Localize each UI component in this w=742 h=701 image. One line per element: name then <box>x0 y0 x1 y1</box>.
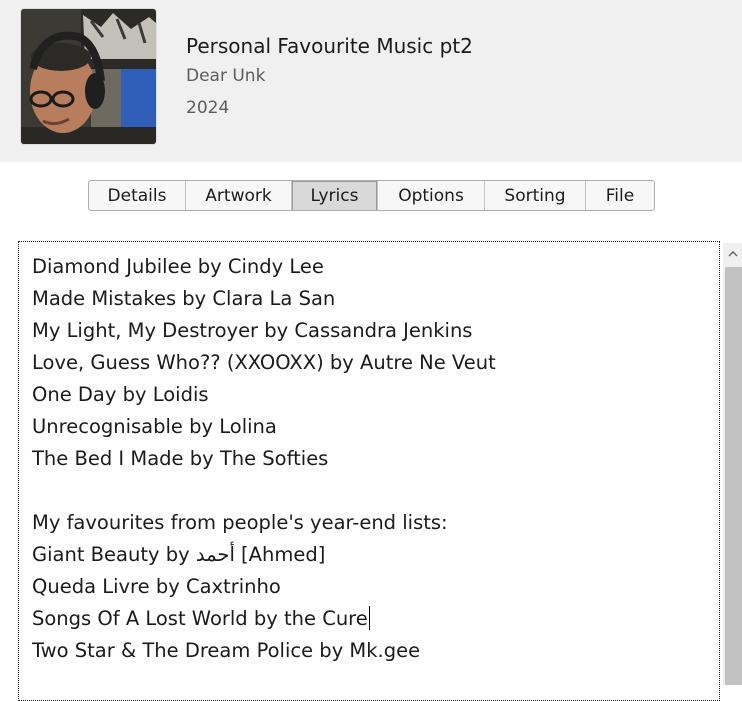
lyrics-line-blank: ​ <box>32 475 496 507</box>
lyrics-line: Love, Guess Who?? (XXOOXX) by Autre Ne V… <box>32 351 496 374</box>
lyrics-line-text: Songs Of A Lost World by the Cure <box>32 607 368 630</box>
lyrics-line: Queda Livre by Caxtrinho <box>32 575 281 598</box>
lyrics-line: Unrecognisable by Lolina <box>32 415 277 438</box>
album-year: 2024 <box>186 98 230 118</box>
scrollbar-thumb[interactable] <box>725 267 742 685</box>
chevron-up-icon[interactable] <box>723 243 742 265</box>
tab-lyrics[interactable]: Lyrics <box>292 181 378 210</box>
tab-bar: Details Artwork Lyrics Options Sorting F… <box>88 180 655 211</box>
lyrics-line: Diamond Jubilee by Cindy Lee <box>32 255 324 278</box>
lyrics-scrollbar[interactable] <box>723 243 742 685</box>
lyrics-content: Diamond Jubilee by Cindy Lee Made Mistake… <box>32 251 496 667</box>
album-header: Personal Favourite Music pt2 Dear Unk 20… <box>0 0 742 162</box>
lyrics-line: The Bed I Made by The Softies <box>32 447 329 470</box>
album-title: Personal Favourite Music pt2 <box>186 34 473 58</box>
album-artist: Dear Unk <box>186 66 266 86</box>
lyrics-line: My Light, My Destroyer by Cassandra Jenk… <box>32 319 473 342</box>
tab-sorting[interactable]: Sorting <box>485 181 586 210</box>
lyrics-line: My favourites from people's year-end lis… <box>32 511 448 534</box>
lyrics-line: Two Star & The Dream Police by Mk.gee <box>32 639 421 662</box>
text-caret <box>368 606 370 630</box>
tab-artwork[interactable]: Artwork <box>186 181 292 210</box>
lyrics-line-text: Giant Beauty by أحمد [Ahmed] <box>32 543 326 566</box>
lyrics-textarea[interactable]: Diamond Jubilee by Cindy Lee Made Mistake… <box>18 241 720 701</box>
lyrics-line: Made Mistakes by Clara La San <box>32 287 336 310</box>
lyrics-line: One Day by Loidis <box>32 383 209 406</box>
tab-details[interactable]: Details <box>89 181 186 210</box>
lyrics-line: Songs Of A Lost World by the Cure <box>32 603 496 635</box>
lyrics-line: Giant Beauty by أحمد [Ahmed] <box>32 539 496 571</box>
tab-options[interactable]: Options <box>378 181 485 210</box>
tab-file[interactable]: File <box>586 181 654 210</box>
album-artwork <box>21 9 156 144</box>
